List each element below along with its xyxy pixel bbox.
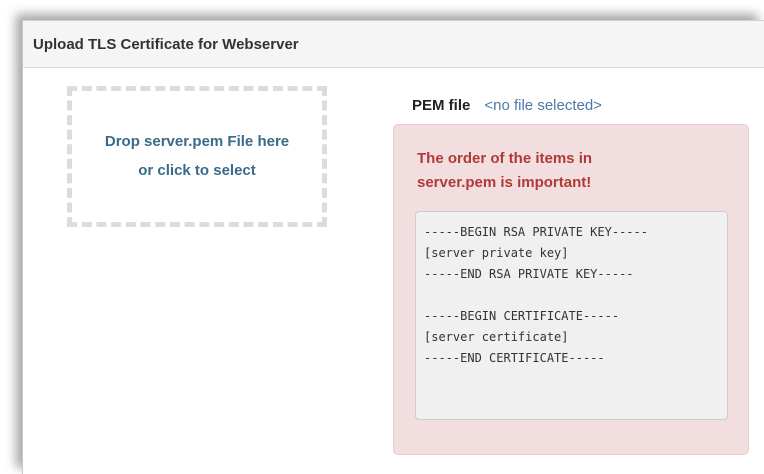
pem-format-example: -----BEGIN RSA PRIVATE KEY----- [server p… xyxy=(415,211,728,420)
panel-title: Upload TLS Certificate for Webserver xyxy=(33,35,299,53)
code-line: -----BEGIN RSA PRIVATE KEY----- xyxy=(424,225,648,239)
dropzone-instruction-line2: or click to select xyxy=(138,162,256,179)
pem-file-value: <no file selected> xyxy=(484,97,602,114)
code-line: [server private key] xyxy=(424,246,569,260)
pem-file-label: PEM file xyxy=(412,97,471,114)
file-drop-zone[interactable]: Drop server.pem File here or click to se… xyxy=(67,86,327,227)
dropzone-instruction-line1: Drop server.pem File here xyxy=(104,133,290,150)
code-line: -----END CERTIFICATE----- xyxy=(424,351,605,365)
order-warning-message: The order of the items in server.pem is … xyxy=(417,150,593,191)
pem-file-row: PEM file <no file selected> xyxy=(412,97,602,114)
code-line: -----END RSA PRIVATE KEY----- xyxy=(424,267,634,281)
order-warning-alert: The order of the items in server.pem is … xyxy=(393,124,749,455)
panel-header: Upload TLS Certificate for Webserver xyxy=(23,21,764,68)
code-line: -----BEGIN CERTIFICATE----- xyxy=(424,309,620,323)
code-line: [server certificate] xyxy=(424,330,569,344)
upload-certificate-panel: Upload TLS Certificate for Webserver Dro… xyxy=(22,20,764,474)
